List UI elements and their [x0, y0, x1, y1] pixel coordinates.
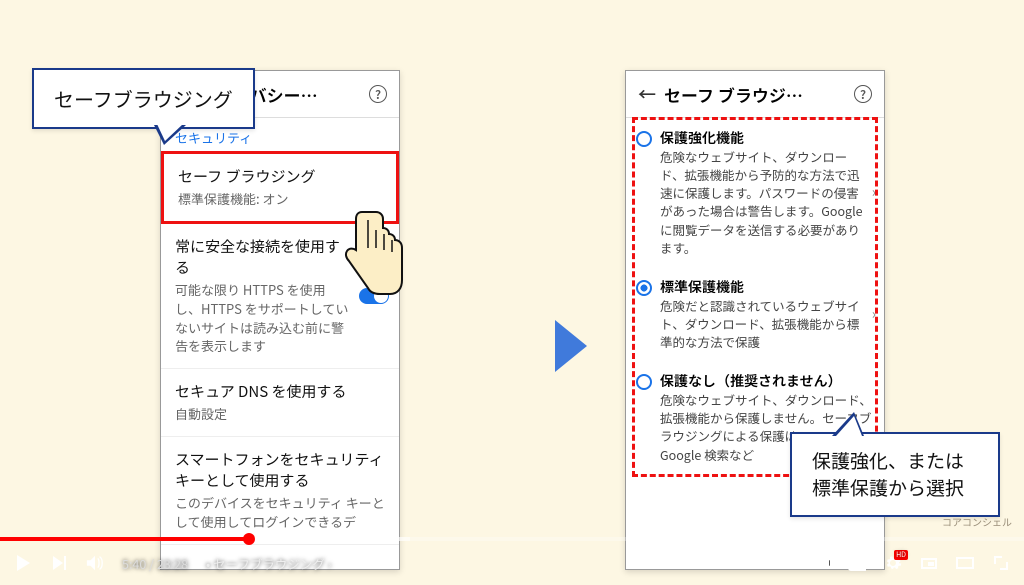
callout-tail	[832, 412, 864, 436]
none-title: 保護なし（推奨されません）	[660, 371, 876, 391]
security-key-row[interactable]: スマートフォンをセキュリティキーとして使用する このデバイスをセキュリティ キー…	[161, 437, 399, 545]
callout-tail	[154, 125, 186, 145]
standard-title: 標準保護機能	[660, 277, 864, 297]
next-button[interactable]	[50, 554, 68, 572]
radio-icon[interactable]	[636, 131, 652, 147]
callout-c2-text: 保護強化、または標準保護から選択	[812, 447, 964, 501]
dns-title: セキュア DNS を使用する	[175, 381, 385, 402]
arrow-right-icon	[555, 320, 587, 372]
miniplayer-button[interactable]	[920, 554, 938, 572]
play-button[interactable]	[14, 554, 32, 572]
key-sub: このデバイスをセキュリティ キーとして使用してログインできるデ	[175, 494, 385, 532]
pointer-hand-icon	[340, 208, 410, 303]
chapter-title[interactable]: • セーフブラウジング ›	[206, 554, 331, 573]
phone-right-title: セーフ ブラウジ…	[664, 82, 846, 107]
key-title: スマートフォンをセキュリティキーとして使用する	[175, 449, 385, 491]
phone-right-header: ← セーフ ブラウジ… ?	[626, 71, 884, 118]
help-icon[interactable]: ?	[854, 85, 872, 103]
autoplay-toggle[interactable]	[812, 554, 830, 572]
settings-button[interactable]: HD	[884, 554, 902, 572]
time-current: 5:40	[122, 554, 146, 573]
safe-browsing-title: セーフ ブラウジング	[178, 166, 382, 187]
enhanced-title: 保護強化機能	[660, 128, 864, 148]
chevron-right-icon: ›	[872, 182, 876, 202]
radio-icon[interactable]	[636, 374, 652, 390]
dns-sub: 自動設定	[175, 405, 385, 424]
https-sub: 可能な限り HTTPS を使用し、HTTPS をサポートしていないサイトは読み込…	[175, 281, 351, 356]
callout-safe-browsing: セーフブラウジング	[32, 68, 255, 129]
watermark: コアコンシェル	[942, 514, 1012, 529]
time-total: 23:28	[157, 554, 188, 573]
captions-button[interactable]	[848, 554, 866, 572]
help-icon[interactable]: ?	[369, 85, 387, 103]
callout-choose-protection: 保護強化、または標準保護から選択	[790, 432, 1000, 517]
phone-left: ← プライバシー… ? セキュリティ セーフ ブラウジング 標準保護機能: オン…	[160, 70, 400, 570]
option-enhanced[interactable]: 保護強化機能 危険なウェブサイト、ダウンロード、拡張機能から予防的な方法で迅速に…	[626, 118, 884, 267]
time-display: 5:40 / 23:28	[122, 554, 188, 573]
callout-c1-text: セーフブラウジング	[54, 84, 233, 113]
option-standard[interactable]: 標準保護機能 危険だと認識されているウェブサイト、ダウンロード、拡張機能から標準…	[626, 267, 884, 361]
hd-badge: HD	[894, 550, 908, 560]
enhanced-desc: 危険なウェブサイト、ダウンロード、拡張機能から予防的な方法で迅速に保護します。パ…	[660, 148, 864, 257]
video-player-controls: 5:40 / 23:28 • セーフブラウジング › HD	[0, 541, 1024, 585]
back-icon[interactable]: ←	[638, 81, 656, 107]
volume-button[interactable]	[86, 554, 104, 572]
radio-icon[interactable]	[636, 280, 652, 296]
standard-desc: 危険だと認識されているウェブサイト、ダウンロード、拡張機能から標準的な方法で保護	[660, 297, 864, 351]
https-title: 常に安全な接続を使用する	[175, 236, 351, 278]
theater-button[interactable]	[956, 554, 974, 572]
chevron-right-icon: ›	[872, 304, 876, 324]
dns-row[interactable]: セキュア DNS を使用する 自動設定	[161, 369, 399, 437]
fullscreen-button[interactable]	[992, 554, 1010, 572]
safe-browsing-sub: 標準保護機能: オン	[178, 190, 382, 209]
